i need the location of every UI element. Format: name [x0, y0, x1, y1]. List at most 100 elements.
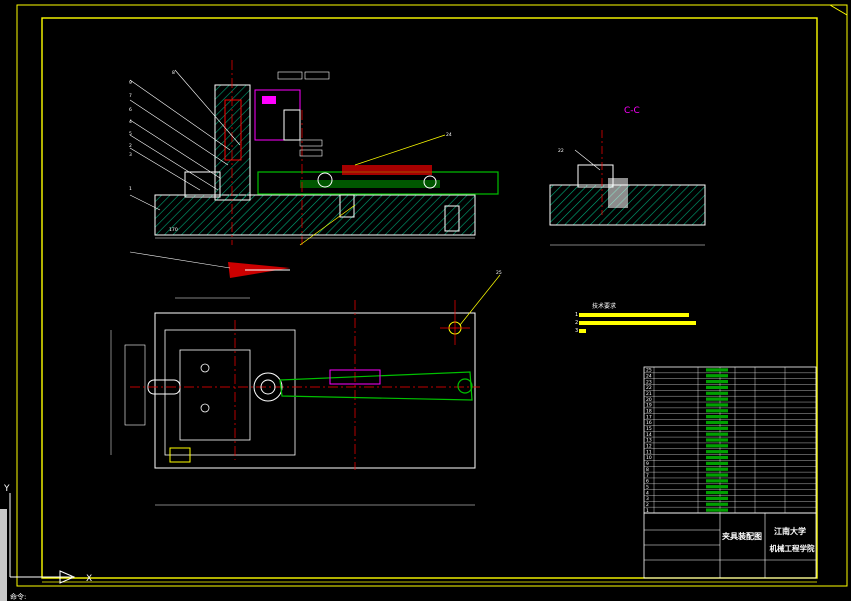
- bom-row[interactable]: 17: [644, 414, 816, 420]
- bom-row-name-fill: [706, 479, 728, 483]
- bom-row[interactable]: 24: [644, 373, 816, 379]
- technical-requirements[interactable]: 技术要求 1 2 3: [575, 302, 696, 334]
- bom-row-number: 10: [646, 455, 652, 461]
- bom-row-name-fill: [706, 461, 728, 465]
- bom-row-name-fill: [706, 426, 728, 430]
- balloon-label: 24: [446, 132, 452, 138]
- bom-row[interactable]: 3: [644, 496, 816, 502]
- bom-row-name-fill: [706, 467, 728, 471]
- bom-row[interactable]: 13: [644, 438, 816, 444]
- bom-row-name-fill: [706, 473, 728, 477]
- bom-row[interactable]: 12: [644, 444, 816, 450]
- bom-row-number: 18: [646, 409, 652, 415]
- bom-row-name-fill: [706, 409, 728, 413]
- bom-row-name-fill: [706, 432, 728, 436]
- bom-row[interactable]: 10: [644, 455, 816, 461]
- university-name: 江南大学: [774, 526, 806, 536]
- bom-row-name-fill: [706, 485, 728, 489]
- bom-row-number: 17: [646, 414, 652, 420]
- bom-row[interactable]: 4: [644, 490, 816, 496]
- bom-row-number: 23: [646, 379, 652, 385]
- bom-row-number: 25: [646, 368, 652, 374]
- section-view-cc[interactable]: C-C: [549, 106, 706, 246]
- top-view[interactable]: [110, 274, 501, 506]
- tech-req-line-number: 2: [575, 320, 578, 326]
- bom-row-number: 15: [646, 426, 652, 432]
- bom-row[interactable]: 2: [644, 502, 816, 508]
- balloon-label: 5: [129, 131, 132, 137]
- ucs-icon: Y X: [3, 484, 92, 584]
- bom-row[interactable]: 22: [644, 385, 816, 391]
- bom-row-number: 19: [646, 403, 652, 409]
- bom-row[interactable]: 18: [644, 409, 816, 415]
- bom-row-name-fill: [706, 397, 728, 401]
- bom-row[interactable]: 5: [644, 484, 816, 490]
- bom-row-number: 12: [646, 444, 652, 450]
- bom-row[interactable]: 23: [644, 379, 816, 385]
- bom-row[interactable]: 21: [644, 391, 816, 397]
- bom-row-name-fill: [706, 450, 728, 454]
- cad-drawing-canvas[interactable]: 170 C-C 1 2 3 4 5 6 7 8 9 22 24 25 技术要求 …: [0, 0, 851, 601]
- balloon-label: 3: [129, 152, 132, 158]
- bom-row-name-fill: [706, 415, 728, 419]
- ucs-y-label: Y: [3, 484, 10, 494]
- balloon-label: 7: [129, 93, 132, 99]
- tech-req-title: 技术要求: [592, 302, 616, 310]
- bom-row-number: 22: [646, 385, 652, 391]
- balloon-label: 1: [129, 186, 132, 192]
- balloon-label: 25: [496, 270, 502, 276]
- bom-row-name-fill: [706, 385, 728, 390]
- bom-row-name-fill: [706, 403, 728, 407]
- bom-row[interactable]: 6: [644, 479, 816, 485]
- bom-row-number: 9: [646, 461, 649, 467]
- bom-row[interactable]: 7: [644, 473, 816, 479]
- command-prompt-text: 命令:: [10, 592, 26, 601]
- balloon-label: 22: [558, 148, 564, 154]
- bom-row-number: 21: [646, 391, 652, 397]
- bom-row-name-fill: [706, 490, 728, 495]
- bom-row-number: 5: [646, 484, 649, 490]
- bom-row[interactable]: 16: [644, 420, 816, 426]
- bom-row[interactable]: 19: [644, 403, 816, 409]
- bom-row[interactable]: 11: [644, 449, 816, 455]
- bom-row[interactable]: 20: [644, 397, 816, 403]
- bom-row-name-fill: [706, 508, 728, 512]
- bom-row-number: 14: [646, 432, 652, 438]
- detail-view[interactable]: [129, 251, 290, 278]
- balloon-label: 9: [129, 80, 132, 86]
- bom-row-number: 11: [646, 449, 652, 455]
- bom-row[interactable]: 8: [644, 467, 816, 473]
- tech-req-line-number: 1: [575, 312, 578, 318]
- drawing-name: 夹具装配图: [722, 531, 762, 541]
- front-view[interactable]: 170: [129, 60, 499, 246]
- tech-req-line-number: 3: [575, 328, 578, 334]
- ucs-x-label: X: [86, 574, 92, 584]
- bom-row-number: 8: [646, 467, 649, 473]
- bom-row[interactable]: 9: [644, 461, 816, 467]
- bom-row-name-fill: [706, 444, 728, 448]
- bom-row-number: 24: [646, 373, 652, 379]
- bom-row-name-fill: [706, 368, 728, 372]
- balloon-label: 4: [129, 119, 132, 125]
- bom-row-name-fill: [706, 502, 728, 506]
- bom-row[interactable]: 25: [644, 368, 816, 374]
- section-label: C-C: [624, 106, 640, 116]
- bill-of-materials[interactable]: 2524232221201918171615141312111098765432…: [643, 366, 817, 514]
- bom-row-number: 16: [646, 420, 652, 426]
- command-line[interactable]: 命令:: [0, 509, 26, 601]
- bom-row-name-fill: [706, 496, 728, 501]
- bom-row-number: 7: [646, 473, 649, 479]
- svg-text:170: 170: [169, 227, 178, 233]
- bom-row-name-fill: [706, 438, 728, 442]
- bom-row-name-fill: [706, 455, 728, 460]
- bom-row[interactable]: 14: [644, 432, 816, 438]
- bom-row-number: 4: [646, 490, 649, 496]
- bom-row-number: 20: [646, 397, 652, 403]
- title-block[interactable]: 夹具装配图 江南大学 机械工程学院: [643, 512, 817, 579]
- balloon-label: 6: [129, 107, 132, 113]
- bom-row[interactable]: 15: [644, 426, 816, 432]
- balloon-label: 2: [129, 143, 132, 149]
- bom-row-name-fill: [706, 374, 728, 378]
- bom-row-number: 13: [646, 438, 652, 444]
- balloon-label: 8: [172, 70, 175, 76]
